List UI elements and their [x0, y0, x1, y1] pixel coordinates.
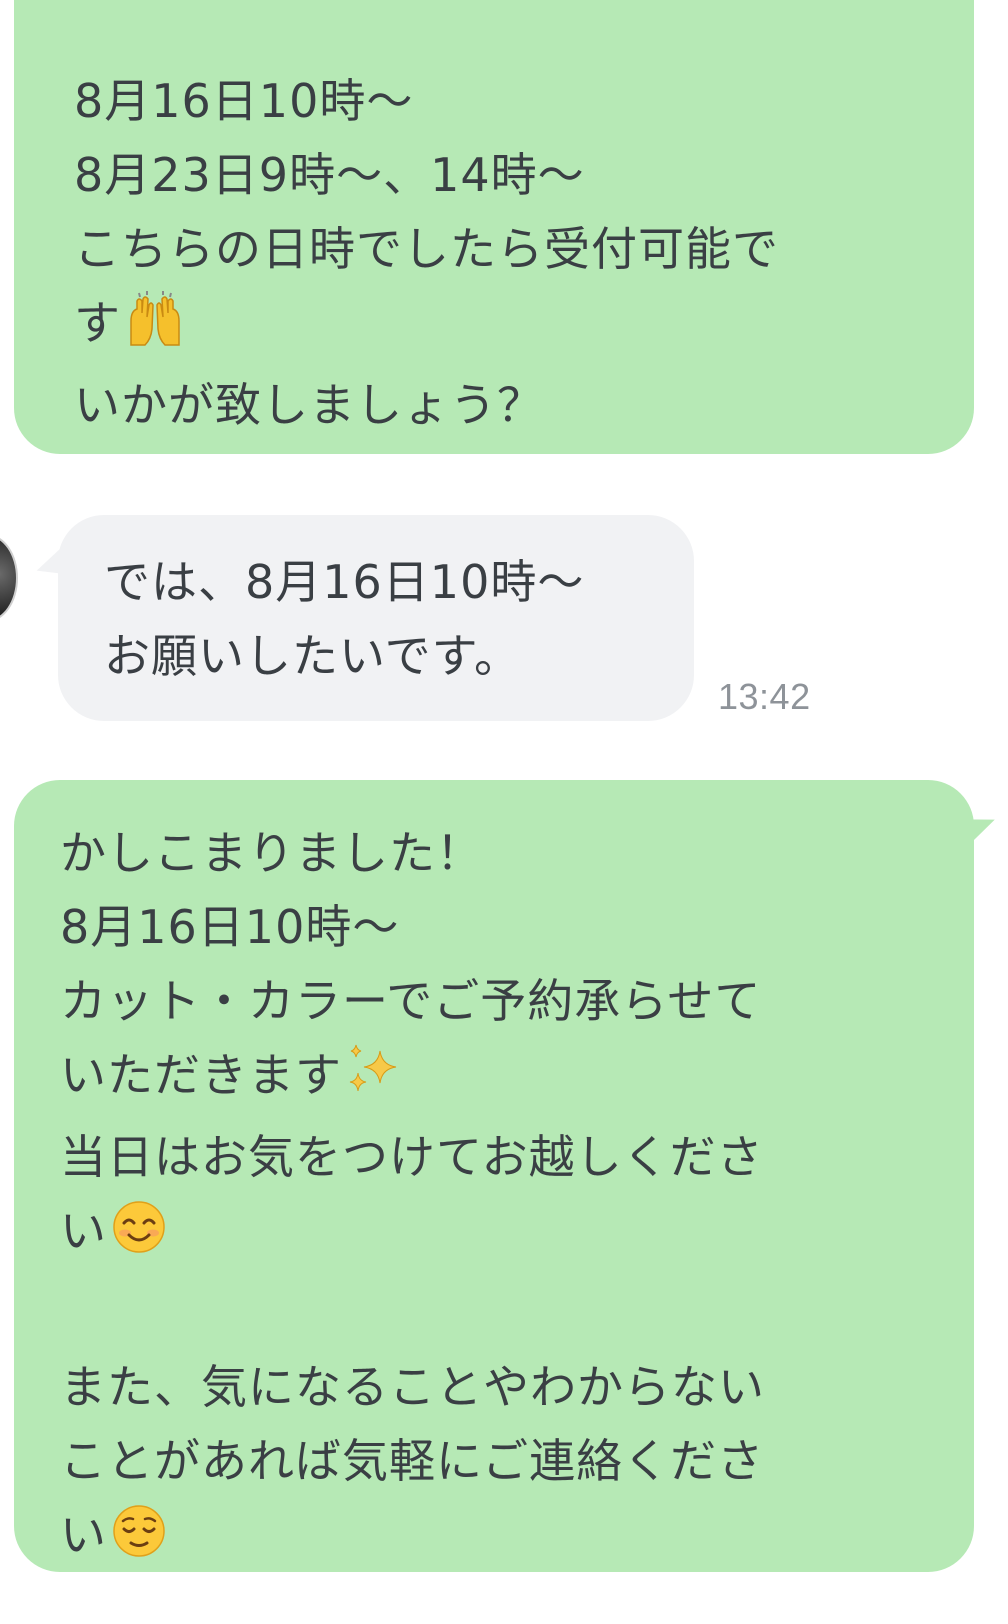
message-text: い: [60, 1508, 107, 1562]
sent-message-bubble[interactable]: かしこまりました！ 8月16日10時〜 カット・カラーでご予約承らせて いただき…: [14, 780, 974, 1572]
relieved-face-icon: [111, 1503, 167, 1580]
message-line: では、8月16日10時〜: [104, 555, 585, 609]
message-line: また、気になることやわからない: [60, 1360, 765, 1414]
smiling-face-icon: [111, 1199, 167, 1276]
message-line: お願いしたいです。: [104, 629, 522, 683]
raising-hands-icon: [125, 291, 185, 368]
avatar[interactable]: [0, 534, 18, 622]
message-text: す: [74, 296, 121, 350]
message-line-with-emoji: い: [60, 1194, 974, 1276]
message-line: いかが致しましょう？: [74, 378, 544, 432]
chat-view: 8月16日10時〜 8月23日9時〜、14時〜 こちらの日時でしたら受付可能で …: [0, 0, 1008, 1624]
sent-message-bubble[interactable]: 8月16日10時〜 8月23日9時〜、14時〜 こちらの日時でしたら受付可能で …: [14, 0, 974, 454]
message-line-with-emoji: いただきます: [60, 1038, 974, 1120]
message-line: こちらの日時でしたら受付可能で: [74, 222, 779, 276]
sparkles-icon: [346, 1043, 400, 1120]
message-line: 8月23日9時〜、14時〜: [74, 148, 585, 202]
message-text: い: [60, 1204, 107, 1258]
message-line: 8月16日10時〜: [74, 74, 414, 128]
message-line: かしこまりました！: [60, 826, 483, 880]
message-timestamp: 13:42: [718, 676, 811, 717]
message-line: カット・カラーでご予約承らせて: [60, 974, 762, 1028]
message-line: ことがあれば気軽にご連絡くださ: [60, 1434, 765, 1488]
message-line: 当日はお気をつけてお越しくださ: [60, 1130, 764, 1184]
received-message-bubble[interactable]: では、8月16日10時〜 お願いしたいです。: [58, 515, 694, 721]
message-line: [60, 1276, 974, 1350]
message-line: 8月16日10時〜: [60, 900, 400, 954]
message-text: いただきます: [60, 1048, 342, 1102]
message-line-with-emoji: い: [60, 1498, 974, 1580]
message-line-with-emoji: す: [74, 286, 974, 368]
